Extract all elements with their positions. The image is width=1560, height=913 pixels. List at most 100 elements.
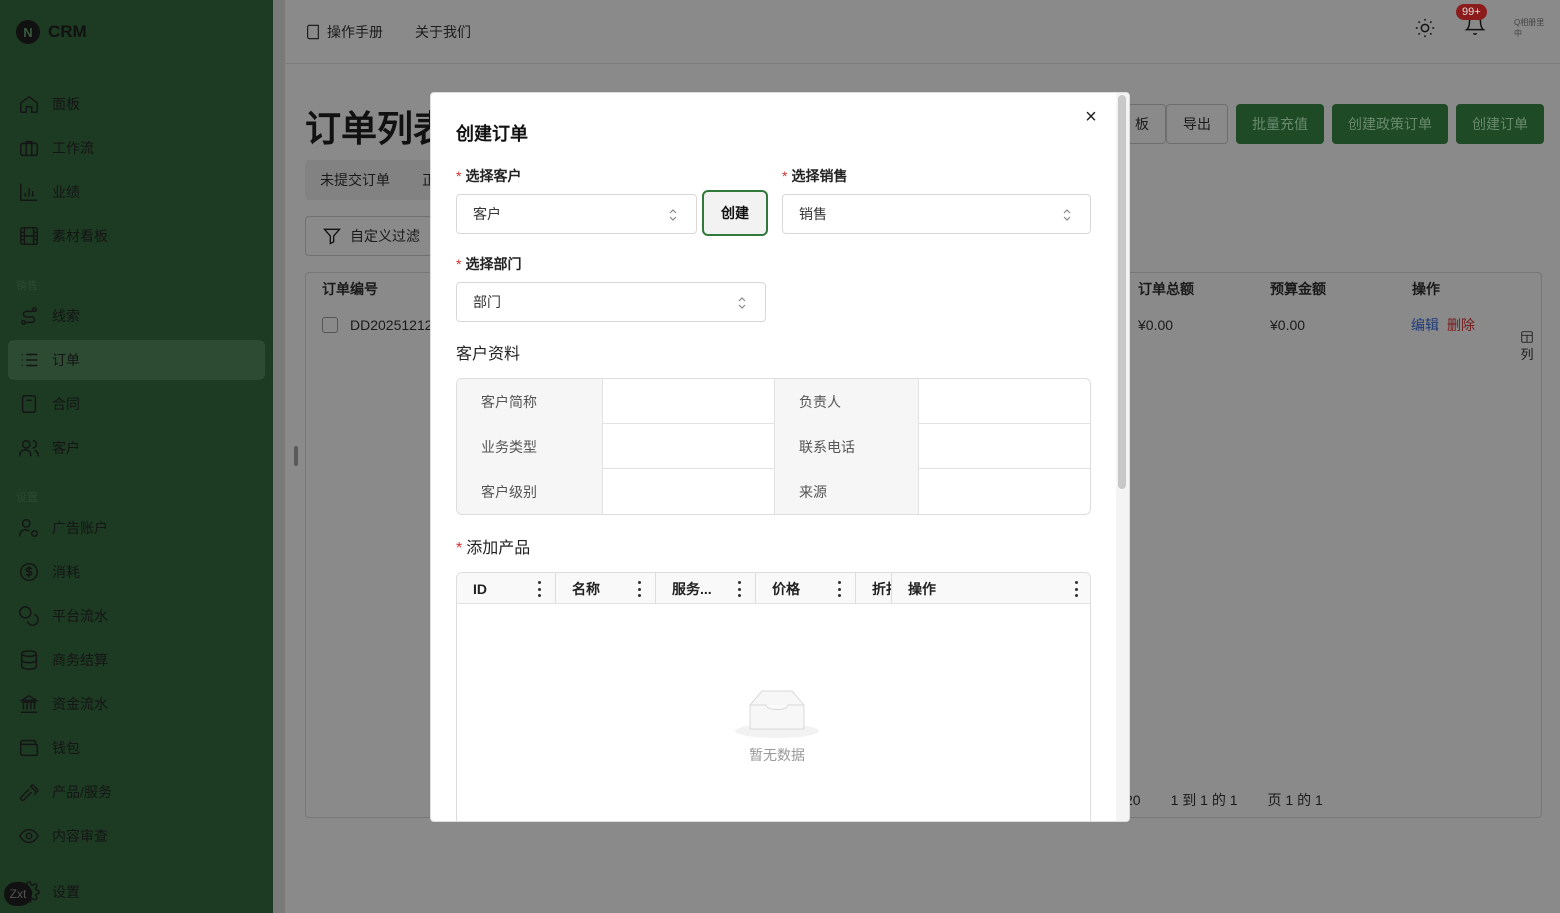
column-header-actions[interactable]: 操作 [892, 573, 1090, 604]
export-button[interactable]: 导出 [1166, 104, 1228, 144]
manual-link[interactable]: 操作手册 [305, 22, 383, 42]
column-header-label: ID [473, 580, 487, 597]
sales-label: * 选择销售 [782, 166, 847, 186]
tab-unsubmitted[interactable]: 未提交订单 [320, 170, 390, 190]
sidebar-item-label: 素材看板 [52, 228, 108, 244]
department-label: * 选择部门 [456, 254, 521, 274]
sidebar-item-fund-flow[interactable]: 资金流水 [8, 684, 265, 724]
sidebar-item-label: 客户 [52, 440, 80, 456]
column-header-service[interactable]: 服务... [656, 573, 756, 604]
customer-label-text: 选择客户 [465, 168, 522, 184]
create-customer-button[interactable]: 创建 [702, 190, 768, 236]
column-menu-icon[interactable] [737, 581, 741, 597]
column-header-id[interactable]: ID [457, 573, 556, 604]
column-menu-icon[interactable] [837, 581, 841, 597]
sun-icon[interactable] [1414, 17, 1436, 39]
info-value-owner [918, 379, 1090, 424]
actions-cell: 编辑 删除 [1411, 313, 1475, 337]
required-mark: * [456, 256, 462, 272]
edit-link[interactable]: 编辑 [1411, 315, 1439, 335]
notifications[interactable]: 99+ [1456, 4, 1487, 41]
document-icon [21, 395, 37, 413]
close-icon[interactable]: × [1081, 106, 1101, 128]
column-header-label: 服务... [672, 580, 712, 597]
column-menu-icon[interactable] [537, 581, 541, 597]
column-header-total[interactable]: 订单总额 [1138, 273, 1194, 305]
home-icon [20, 95, 38, 113]
eye-icon [19, 828, 39, 844]
table-row[interactable]: DD20251212 [322, 313, 433, 337]
page-indicator: 页 1 的 1 [1267, 792, 1323, 808]
department-select[interactable]: 部门 [456, 282, 766, 322]
batch-recharge-button[interactable]: 批量充值 [1236, 104, 1324, 144]
products-table: ID 名称 服务... 价格 折扣 操作 [456, 572, 1091, 821]
products-table-header: ID 名称 服务... 价格 折扣 操作 [457, 573, 1090, 604]
sidebar-item-performance[interactable]: 业绩 [8, 172, 265, 212]
briefcase-icon [20, 140, 38, 157]
user-menu[interactable]: Q相册里中 [1514, 17, 1546, 39]
sidebar-item-workflow[interactable]: 工作流 [8, 128, 265, 168]
sales-select[interactable]: 销售 [782, 194, 1091, 234]
customer-info-title: 客户资料 [456, 346, 521, 363]
nav-group-sales: 销售 [16, 280, 38, 292]
filter-label: 自定义过滤 [350, 228, 420, 244]
create-order-button[interactable]: 创建订单 [1456, 104, 1544, 144]
sidebar-item-dashboard[interactable]: 面板 [8, 84, 265, 124]
avatar[interactable]: Zxt [4, 882, 32, 906]
sidebar-item-orders[interactable]: 订单 [8, 340, 265, 380]
empty-text: 暂无数据 [749, 747, 805, 763]
row-checkbox[interactable] [322, 317, 338, 333]
sidebar-item-consumption[interactable]: 消耗 [8, 552, 265, 592]
custom-filter-button[interactable]: 自定义过滤 [305, 216, 445, 256]
column-header-name[interactable]: 名称 [556, 573, 656, 604]
column-header-budget[interactable]: 预算金额 [1270, 273, 1326, 305]
about-link[interactable]: 关于我们 [415, 22, 471, 42]
sidebar-item-contracts[interactable]: 合同 [8, 384, 265, 424]
brand[interactable]: N CRM [16, 20, 87, 44]
sidebar-item-materials[interactable]: 素材看板 [8, 216, 265, 256]
info-row: 业务类型 联系电话 [457, 424, 1090, 469]
info-key-business-type: 业务类型 [457, 424, 602, 469]
sidebar-item-label: 资金流水 [52, 696, 108, 712]
column-header-price[interactable]: 价格 [756, 573, 856, 604]
sidebar-item-ad-accounts[interactable]: 广告账户 [8, 508, 265, 548]
columns-label: 列 [1520, 347, 1534, 362]
chevron-updown-icon [1063, 209, 1071, 221]
sidebar-item-settlement[interactable]: 商务结算 [8, 640, 265, 680]
sidebar-item-customers[interactable]: 客户 [8, 428, 265, 468]
sidebar-item-platform-flow[interactable]: 平台流水 [8, 596, 265, 636]
sidebar-item-leads[interactable]: 线索 [8, 296, 265, 336]
dialog-scrollbar[interactable] [1118, 95, 1126, 489]
info-value-business-type [602, 424, 774, 469]
columns-toggle[interactable]: 列 [1512, 330, 1542, 363]
sidebar-item-wallet[interactable]: 钱包 [8, 728, 265, 768]
column-header-label: 价格 [772, 580, 800, 597]
nav-group-settings: 设置 [16, 492, 38, 504]
create-order-dialog: 创建订单 × * 选择客户 客户 创建 * 选择销售 销售 * 选择部门 部门 客户资… [430, 92, 1130, 822]
sidebar-item-settings[interactable]: 设置 [8, 872, 265, 912]
customer-select[interactable]: 客户 [456, 194, 697, 234]
column-header-discount[interactable]: 折扣 [856, 573, 892, 604]
create-policy-order-button[interactable]: 创建政策订单 [1332, 104, 1448, 144]
column-header-label: 名称 [572, 580, 600, 597]
top-icons: 99+ Q相册里中 [1414, 4, 1546, 41]
customer-info-table: 客户简称 负责人 业务类型 联系电话 客户级别 来源 [456, 378, 1091, 515]
manual-label: 操作手册 [327, 23, 383, 40]
sidebar-item-content-review[interactable]: 内容审查 [8, 816, 265, 856]
sidebar-resize-handle[interactable] [294, 446, 298, 466]
column-header-label: 折扣 [872, 580, 891, 597]
column-menu-icon[interactable] [637, 581, 641, 597]
column-header-order-no[interactable]: 订单编号 [322, 273, 378, 305]
total-cell: ¥0.00 [1138, 317, 1174, 333]
order-tabs: 未提交订单 正 [305, 160, 445, 200]
column-header-label: 操作 [908, 580, 936, 597]
column-menu-icon[interactable] [1074, 581, 1078, 597]
chevron-updown-icon [738, 297, 746, 309]
sales-label-text: 选择销售 [791, 168, 848, 184]
budget-cell: ¥0.00 [1270, 317, 1306, 333]
sidebar-item-products[interactable]: 产品/服务 [8, 772, 265, 812]
customer-label: * 选择客户 [456, 166, 521, 186]
sidebar-divider [273, 0, 285, 913]
delete-link[interactable]: 删除 [1447, 315, 1475, 335]
column-header-actions[interactable]: 操作 [1412, 273, 1440, 305]
